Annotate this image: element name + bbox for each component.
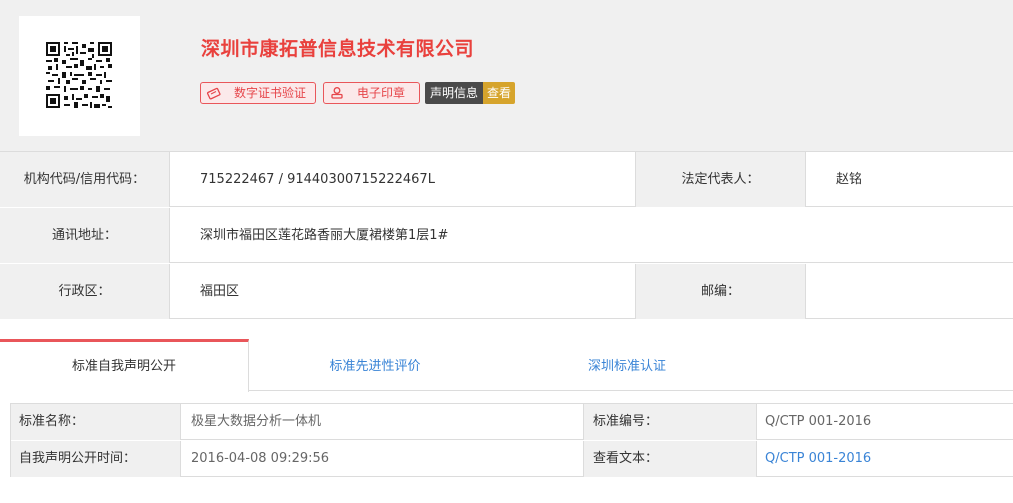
company-header: 深圳市康拓普信息技术有限公司 数字证书验证 电子印章 声明信息 查看 xyxy=(0,0,1013,151)
standard-number-value: Q/CTP 001-2016 xyxy=(765,414,872,429)
view-text-link[interactable]: Q/CTP 001-2016 xyxy=(757,441,1013,477)
info-row-address: 通讯地址： 深圳市福田区莲花路香丽大厦裙楼第1层1# xyxy=(0,208,1013,263)
certificate-icon xyxy=(201,83,227,103)
org-code-value: 715222467 / 91440300715222467L xyxy=(170,152,636,207)
tab-shenzhen-certification[interactable]: 深圳标准认证 xyxy=(502,339,752,391)
standard-name-label: 标准名称： xyxy=(11,404,181,440)
statement-info-button[interactable]: 声明信息 查看 xyxy=(425,82,515,104)
seal-icon xyxy=(324,83,350,103)
qr-code xyxy=(19,16,140,136)
tab-advancement-evaluation[interactable]: 标准先进性评价 xyxy=(250,339,500,391)
standard-table: 标准名称： 极星大数据分析一体机 标准编号： Q/CTP 001-2016 自我… xyxy=(10,403,1013,477)
address-value: 深圳市福田区莲花路香丽大厦裙楼第1层1# xyxy=(200,228,449,243)
qr-code-icon xyxy=(46,42,112,108)
postcode-value xyxy=(806,264,1013,319)
declaration-time-label: 自我声明公开时间： xyxy=(11,441,181,477)
standard-number-label: 标准编号： xyxy=(584,404,757,440)
table-row: 标准名称： 极星大数据分析一体机 标准编号： Q/CTP 001-2016 xyxy=(11,404,1013,440)
postcode-label: 邮编： xyxy=(636,264,806,319)
district-value: 福田区 xyxy=(170,264,636,319)
legal-rep-label: 法定代表人： xyxy=(636,152,806,207)
org-code-label: 机构代码/信用代码： xyxy=(0,152,170,207)
company-name: 深圳市康拓普信息技术有限公司 xyxy=(201,38,475,60)
legal-rep-value: 赵铭 xyxy=(836,172,863,187)
info-row-district: 行政区： 福田区 邮编： xyxy=(0,264,1013,319)
view-text-label: 查看文本： xyxy=(584,441,757,477)
district-label: 行政区： xyxy=(0,264,170,319)
tab-bar: 标准自我声明公开 标准先进性评价 深圳标准认证 xyxy=(0,339,1013,392)
company-info-table: 机构代码/信用代码： 715222467 / 91440300715222467… xyxy=(0,151,1013,319)
standard-name-value: 极星大数据分析一体机 xyxy=(181,404,584,440)
table-row: 自我声明公开时间： 2016-04-08 09:29:56 查看文本： Q/CT… xyxy=(11,441,1013,477)
certificate-verify-button[interactable]: 数字证书验证 xyxy=(200,82,316,104)
statement-view-button[interactable]: 查看 xyxy=(483,82,515,104)
declaration-time-value: 2016-04-08 09:29:56 xyxy=(181,441,584,477)
e-seal-button[interactable]: 电子印章 xyxy=(323,82,420,104)
address-label: 通讯地址： xyxy=(0,208,170,263)
statement-info-label: 声明信息 xyxy=(425,82,483,104)
tab-self-declaration[interactable]: 标准自我声明公开 xyxy=(0,339,249,392)
info-row-codes: 机构代码/信用代码： 715222467 / 91440300715222467… xyxy=(0,152,1013,207)
e-seal-label: 电子印章 xyxy=(357,86,406,100)
certificate-verify-label: 数字证书验证 xyxy=(234,86,307,100)
